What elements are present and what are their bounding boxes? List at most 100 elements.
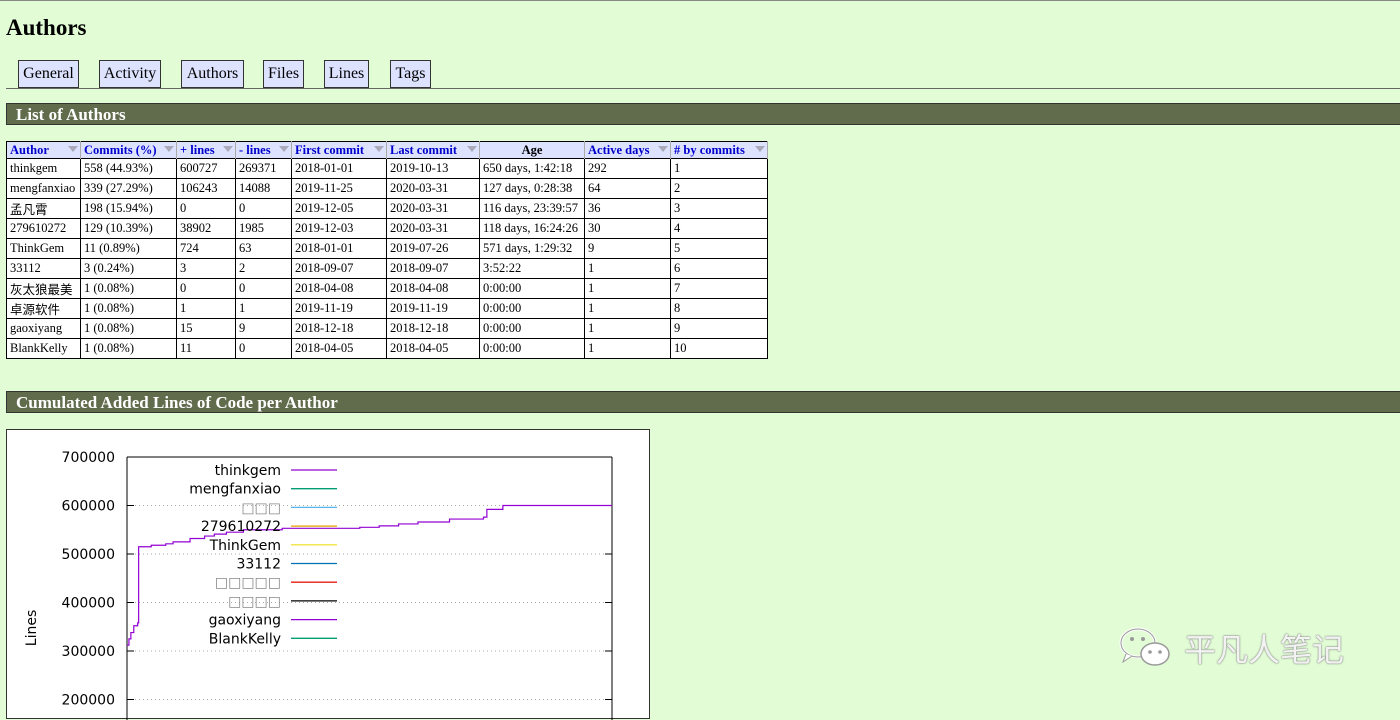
table-cell: 11 (0.89%) — [80, 238, 177, 259]
table-cell: 1 — [584, 318, 671, 339]
column-header-by-commits[interactable]: # by commits — [670, 141, 768, 159]
y-tick-label: 700000 — [62, 450, 115, 466]
legend-label: 33112 — [236, 557, 281, 573]
section-header-list-of-authors: List of Authors — [6, 103, 1400, 125]
cumulated-lines-chart: 700000 600000 500000 400000 300000 200000 Line… — [6, 429, 650, 720]
column-header-removed-lines[interactable]: - lines — [235, 141, 292, 159]
table-row: gaoxiyang 1 (0.08%) 15 9 2018-12-18 2018-12-1… — [6, 318, 768, 339]
nav-tab-lines[interactable]: Lines — [324, 60, 369, 88]
y-tick-label: 500000 — [62, 547, 115, 563]
table-row: 灰太狼最美 1 (0.08%) 0 0 2018-04-08 2018-04-08 0:00… — [6, 278, 768, 299]
table-cell: 279610272 — [6, 218, 81, 239]
table-cell: 0 — [235, 198, 292, 219]
nav-tab-authors[interactable]: Authors — [181, 60, 244, 88]
table-cell: 558 (44.93%) — [80, 158, 177, 179]
table-cell: 650 days, 1:42:18 — [479, 158, 585, 179]
table-cell: 2020-03-31 — [386, 198, 480, 219]
table-cell: 64 — [584, 178, 671, 199]
table-cell: 7 — [670, 278, 768, 299]
table-cell: 1 — [584, 338, 671, 359]
table-cell: 14088 — [235, 178, 292, 199]
table-cell: gaoxiyang — [6, 318, 81, 339]
table-cell: 2019-12-03 — [291, 218, 387, 239]
table-cell: 269371 — [235, 158, 292, 179]
table-cell: 2019-11-19 — [291, 298, 387, 319]
table-cell: 0 — [235, 338, 292, 359]
table-cell: 11 — [176, 338, 236, 359]
nav-divider — [6, 88, 1400, 89]
table-cell: 2 — [670, 178, 768, 199]
nav-tab-general[interactable]: General — [18, 60, 79, 88]
legend-label: BlankKelly — [209, 631, 281, 647]
table-cell: 15 — [176, 318, 236, 339]
table-cell: BlankKelly — [6, 338, 81, 359]
table-cell: 10 — [670, 338, 768, 359]
legend-label: □□□□□ — [215, 575, 281, 591]
y-tick-label: 200000 — [62, 693, 115, 709]
table-cell: 36 — [584, 198, 671, 219]
table-cell: 2 — [235, 258, 292, 279]
table-cell: 1985 — [235, 218, 292, 239]
table-cell: 2019-10-13 — [386, 158, 480, 179]
nav-tab-activity[interactable]: Activity — [99, 60, 161, 88]
table-cell: 2020-03-31 — [386, 178, 480, 199]
table-cell: 339 (27.29%) — [80, 178, 177, 199]
legend-label: ThinkGem — [209, 538, 281, 554]
table-row: BlankKelly 1 (0.08%) 11 0 2018-04-05 2018-04-… — [6, 338, 768, 359]
table-cell: 9 — [670, 318, 768, 339]
table-cell: 2018-04-08 — [386, 278, 480, 299]
table-cell: 2018-12-18 — [291, 318, 387, 339]
sort-arrow-icon — [658, 146, 668, 152]
table-cell: 1 (0.08%) — [80, 298, 177, 319]
authors-table-body: thinkgem 558 (44.93%) 600727 269371 2018-01-… — [6, 158, 768, 359]
column-header-author[interactable]: Author — [6, 141, 81, 159]
column-header-first-commit[interactable]: First commit — [291, 141, 387, 159]
table-header-row: Author Commits (%) + lines - lines First… — [6, 141, 768, 159]
table-cell: 0:00:00 — [479, 318, 585, 339]
legend-label: thinkgem — [215, 463, 281, 479]
table-cell: 孟凡霄 — [6, 198, 81, 219]
sort-arrow-icon — [279, 146, 289, 152]
column-header-commits[interactable]: Commits (%) — [80, 141, 177, 159]
column-header-active-days[interactable]: Active days — [584, 141, 671, 159]
y-tick-label: 600000 — [62, 499, 115, 515]
table-cell: 0 — [176, 278, 236, 299]
table-cell: 2019-11-25 — [291, 178, 387, 199]
series-line-thinkgem — [127, 504, 612, 646]
table-cell: 3 — [670, 198, 768, 219]
table-cell: mengfanxiao — [6, 178, 81, 199]
table-cell: 2018-04-08 — [291, 278, 387, 299]
table-row: 33112 3 (0.24%) 3 2 2018-09-07 2018-09-07 3:52… — [6, 258, 768, 279]
table-cell: 9 — [584, 238, 671, 259]
table-cell: ThinkGem — [6, 238, 81, 259]
authors-table: Author Commits (%) + lines - lines First… — [6, 141, 768, 359]
table-cell: 0:00:00 — [479, 338, 585, 359]
wechat-icon — [1119, 627, 1170, 666]
table-cell: 1 — [584, 258, 671, 279]
table-cell: 8 — [670, 298, 768, 319]
column-header-last-commit[interactable]: Last commit — [386, 141, 480, 159]
sort-arrow-icon — [68, 146, 78, 152]
table-cell: 2019-07-26 — [386, 238, 480, 259]
table-cell: 5 — [670, 238, 768, 259]
column-header-added-lines[interactable]: + lines — [176, 141, 236, 159]
table-cell: 292 — [584, 158, 671, 179]
table-cell: 1 (0.08%) — [80, 278, 177, 299]
table-cell: 0 — [176, 198, 236, 219]
table-cell: 198 (15.94%) — [80, 198, 177, 219]
column-header-age[interactable]: Age — [479, 141, 585, 159]
nav-tab-tags[interactable]: Tags — [390, 60, 431, 88]
nav-tab-files[interactable]: Files — [263, 60, 304, 88]
sort-arrow-icon — [374, 146, 384, 152]
legend-label: gaoxiyang — [209, 613, 281, 629]
table-cell: 1 — [584, 298, 671, 319]
table-cell: 卓源软件 — [6, 298, 81, 319]
table-cell: 6 — [670, 258, 768, 279]
table-row: thinkgem 558 (44.93%) 600727 269371 2018-01-… — [6, 158, 768, 179]
watermark: 平凡人笔记 — [1118, 626, 1344, 670]
table-cell: 0:00:00 — [479, 298, 585, 319]
table-cell: 600727 — [176, 158, 236, 179]
table-cell: 1 (0.08%) — [80, 338, 177, 359]
table-cell: 4 — [670, 218, 768, 239]
table-cell: 127 days, 0:28:38 — [479, 178, 585, 199]
